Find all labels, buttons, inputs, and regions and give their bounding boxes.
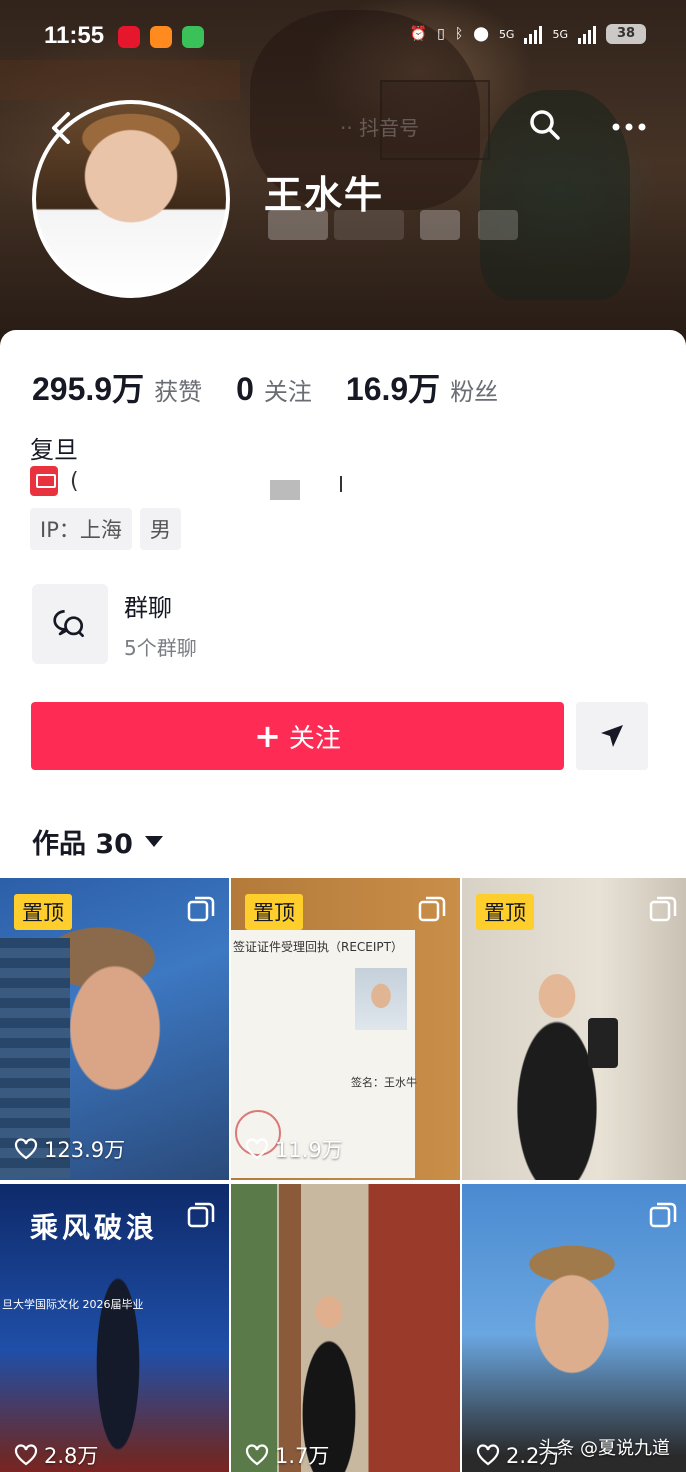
mailbox-icon [30,466,58,496]
video-thumbnail[interactable]: 1.7万 [231,1184,460,1472]
network-label-1: 5G [498,27,515,41]
like-count: 123.9万 [14,1134,125,1164]
id-photo [355,968,407,1030]
group-chat-count: 5个群聊 [124,636,197,660]
ip-location-tag: IP：上海 [30,508,132,550]
video-thumbnail[interactable]: 乘风破浪 旦大学国际文化 2026届毕业 2.8万 [0,1184,229,1472]
video-thumbnail[interactable]: 置顶 123.9万 [0,878,229,1180]
chat-app-icon [182,26,204,48]
redacted-id-block [420,210,460,240]
paper-plane-icon [601,725,623,747]
followers-label[interactable]: 粉丝 [450,372,498,407]
like-count-text: 2.8万 [44,1444,99,1468]
followers-count[interactable]: 16.9万 [346,364,440,410]
heart-icon [14,1444,38,1466]
multi-image-icon [187,896,215,922]
multi-image-icon [418,896,446,922]
source-watermark: 头条 @夏说九道 [538,1438,670,1459]
pinned-badge: 置顶 [476,894,534,930]
likes-label: 获赞 [154,378,203,406]
battery-indicator: 38 [606,24,646,44]
search-icon [530,110,560,140]
group-chat-icon [32,584,108,664]
redacted-id-block [268,210,328,240]
likes-count: 295.9万 [32,371,145,407]
like-count: 2.8万 [14,1440,98,1470]
heart-icon [14,1138,38,1160]
status-time: 11:55 [44,22,105,49]
signal-icon-1 [524,24,543,44]
follow-button[interactable]: + 关注 [31,702,564,770]
profile-tags: IP：上海 男 [30,508,181,550]
like-count: 1.7万 [245,1440,329,1470]
like-count: 11.9万 [245,1134,343,1164]
alarm-icon: ⏰ [409,26,428,42]
weibo-app-icon [118,26,140,48]
plus-icon: + [254,717,281,755]
redacted-contact-block [270,480,300,500]
video-thumbnail[interactable]: 签证证件受理回执（RECEIPT） 签名：王水牛 置顶 11.9万 [231,878,460,1180]
search-button[interactable] [528,108,562,142]
caret-down-icon [144,836,163,847]
redacted-contact-end [340,476,342,492]
group-chat-title: 群聊 [124,594,172,622]
works-tab-label: 作品 30 [32,829,133,860]
multi-image-icon [649,896,677,922]
following-label[interactable]: 关注 [264,372,312,407]
redacted-id-block [478,210,518,240]
stage-banner-subtext: 旦大学国际文化 2026届毕业 [2,1298,144,1311]
network-label-2: 5G [552,27,568,41]
video-grid: 置顶 123.9万 签证证件受理回执（RECEIPT） 签名：王水牛 置顶 11… [0,878,686,1472]
back-button[interactable] [44,108,80,148]
receipt-title: 签证证件受理回执（RECEIPT） [233,940,403,954]
follow-button-label: 关注 [288,723,341,754]
wooden-pole [279,1184,301,1472]
heart-icon [245,1444,269,1466]
stage-banner-text: 乘风破浪 [30,1211,159,1244]
works-tab[interactable]: 作品 30 [32,822,163,861]
video-thumbnail[interactable]: 2.2万 [462,1184,686,1472]
gender-tag: 男 [139,508,181,550]
profile-stats: 295.9万 获赞 0 关注 16.9万 粉丝 [32,364,532,410]
bluetooth-icon: ᛒ [454,26,464,42]
send-message-button[interactable] [576,702,648,770]
receipt-signature: 签名：王水牛 [351,1076,417,1089]
vibrate-icon: ▯ [437,26,445,42]
group-chat-entry[interactable]: 群聊 5个群聊 [32,584,652,664]
like-count-text: 1.7万 [275,1444,330,1468]
chevron-left-icon [52,112,70,144]
heart-icon [476,1444,500,1466]
status-bar: 11:55 ⏰ ▯ ᛒ ⬤ 5G 5G 38 [0,18,686,58]
like-count-text: 11.9万 [275,1138,343,1162]
contact-row: ( [30,466,79,496]
redacted-id-block [334,210,404,240]
video-thumbnail[interactable]: 置顶 [462,878,686,1180]
multi-image-icon [649,1202,677,1228]
signal-icon-2 [578,24,596,44]
pinned-badge: 置顶 [14,894,72,930]
like-count-text: 123.9万 [44,1138,126,1162]
douyin-id-watermark: ·· 抖音号 [340,116,420,140]
pinned-badge: 置顶 [245,894,303,930]
more-dots-icon [612,123,646,131]
location-icon: ⬤ [473,26,489,42]
profile-bio: 复旦 [30,436,78,464]
phone-in-hand [588,1018,618,1068]
reader-app-icon [150,26,172,48]
following-count[interactable]: 0 [236,371,254,408]
multi-image-icon [187,1202,215,1228]
heart-icon [245,1138,269,1160]
more-options-button[interactable] [610,112,648,142]
contact-text-fragment: ( [70,468,79,494]
